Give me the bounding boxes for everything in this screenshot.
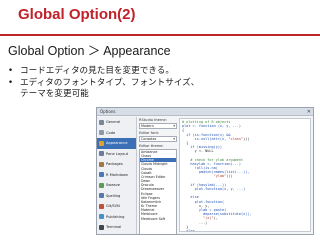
sidebar-item-general[interactable]: General [97,117,136,128]
rstudio-theme-select[interactable]: Modern [139,123,177,129]
code-preview: # plotting of R objects plot <- function … [179,118,311,232]
sidebar-item-label: Spelling [106,193,121,198]
sweave-icon [99,182,104,188]
sidebar-item-label: General [106,120,121,125]
slide-subtitle: Global Option ＞ Appearance [8,44,171,58]
general-icon [99,119,104,125]
bullet-item-1: コードエディタの見た目を変更できる。 [8,66,312,78]
sidebar-item-sweave[interactable]: Sweave [97,180,136,191]
appearance-settings: RStudio theme: Modern Editor font: Conso… [139,118,177,234]
sidebar-item-r-markdown[interactable]: R Markdown [97,170,136,181]
theme-option[interactable]: Merbivore Soft [140,217,176,221]
sidebar-item-publishing[interactable]: Publishing [97,212,136,223]
options-sidebar: General Code Appearance Pane Layout Packages… [97,117,137,234]
appearance-icon [99,140,104,146]
bullet-list: コードエディタの見た目を変更できる。 エディタのフォントタイプ、フォントサイズ、… [8,66,312,101]
code-icon [99,130,104,136]
options-window: Options ✕ General Code Appearance Pane Layo… [96,107,314,235]
terminal-icon [99,224,104,230]
sidebar-item-label: Publishing [106,214,125,219]
sidebar-item-pane-layout[interactable]: Pane Layout [97,149,136,160]
sidebar-item-label: Appearance [106,141,128,146]
sidebar-item-label: Code [106,130,116,135]
bullet-item-2-continued: テーマを変更可能 [20,89,89,99]
code-line: else [182,228,195,232]
editor-font-select[interactable]: Consolas [139,136,177,142]
spelling-icon [99,193,104,199]
git-icon [99,203,104,209]
window-titlebar: Options ✕ [97,108,313,116]
sidebar-item-spelling[interactable]: Spelling [97,191,136,202]
sidebar-item-terminal[interactable]: Terminal [97,222,136,233]
sidebar-item-code[interactable]: Code [97,128,136,139]
bullet-item-2: エディタのフォントタイプ、フォントサイズ、 [8,78,312,90]
title-divider [0,34,320,36]
sidebar-item-label: Packages [106,162,123,167]
sidebar-item-label: Git/SVN [106,204,120,209]
packages-icon [99,161,104,167]
sidebar-item-packages[interactable]: Packages [97,159,136,170]
slide-title: Global Option(2) [18,6,136,23]
window-title: Options [100,109,116,114]
sidebar-item-git-svn[interactable]: Git/SVN [97,201,136,212]
sidebar-item-label: Sweave [106,183,120,188]
pane-layout-icon [99,151,104,157]
sidebar-item-appearance[interactable]: Appearance [97,138,136,149]
editor-theme-list[interactable]: Ambiance Chaos Chrome Clouds Midnight Clouds… [139,149,177,234]
rmarkdown-icon [99,172,104,178]
publishing-icon [99,214,104,220]
sidebar-item-label: Terminal [106,225,122,230]
close-icon[interactable]: ✕ [307,108,311,116]
sidebar-item-label: Pane Layout [106,151,129,156]
sidebar-item-label: R Markdown [106,172,129,177]
